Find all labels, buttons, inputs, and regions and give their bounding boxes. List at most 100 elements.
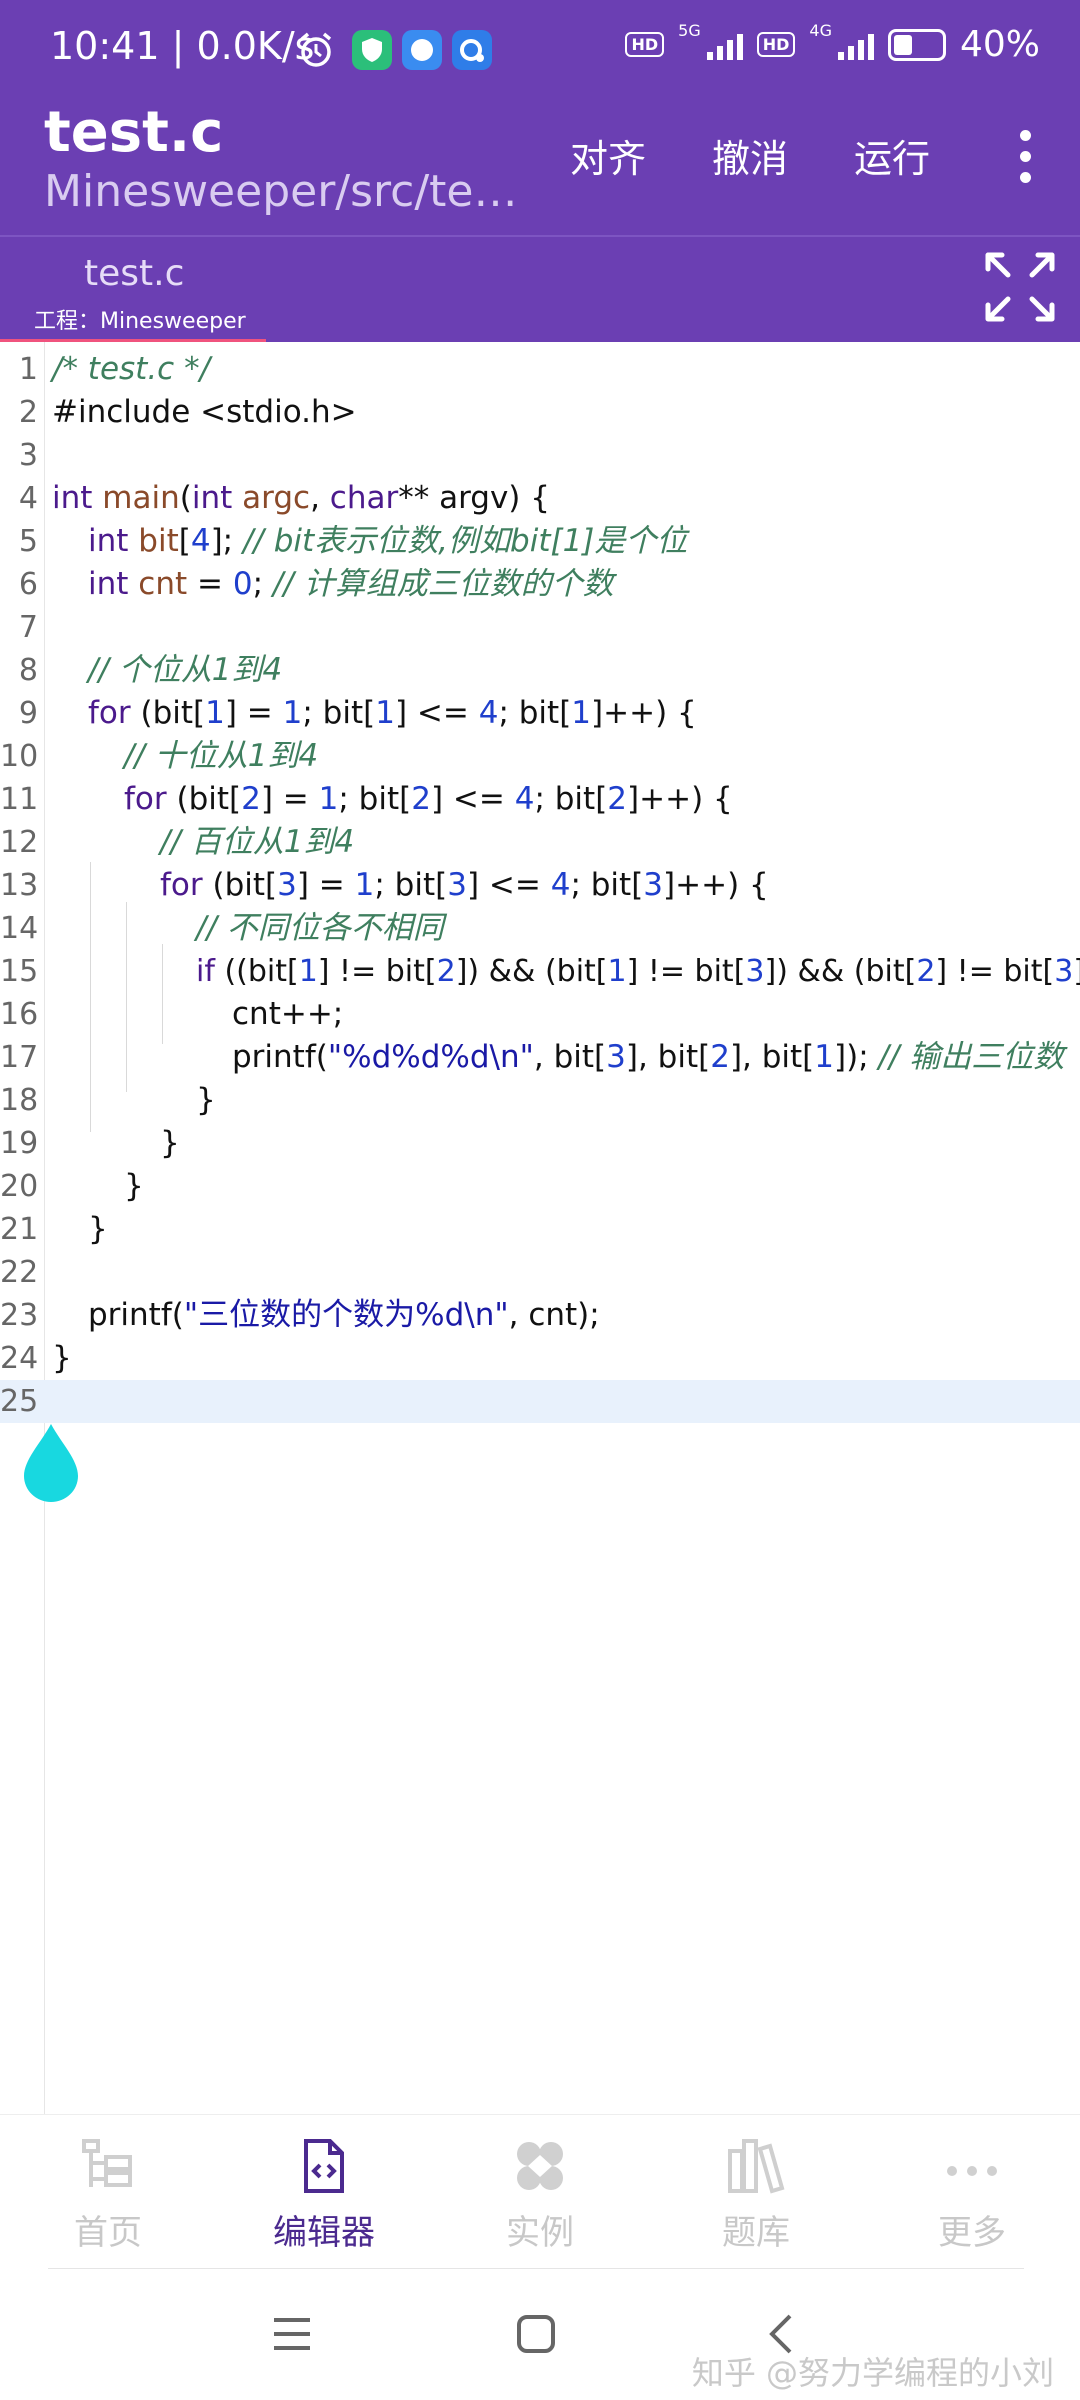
tab-test-c[interactable]: test.c 工程：Minesweeper xyxy=(0,237,266,344)
code-line[interactable]: 24 } xyxy=(0,1337,1080,1380)
nav-label: 编辑器 xyxy=(273,2213,375,2253)
line-number: 12 xyxy=(0,825,39,860)
code-line[interactable]: 12 // 百位从1到4 xyxy=(0,821,1080,864)
code-line[interactable]: 6 int cnt = 0; // 计算组成三位数的个数 xyxy=(0,563,1080,606)
page-title: test.c xyxy=(44,100,224,165)
line-code: /* test.c */ xyxy=(52,351,211,387)
line-number: 16 xyxy=(0,997,39,1032)
line-code: // 不同位各不相同 xyxy=(196,910,444,946)
alarm-icon xyxy=(296,30,336,74)
line-number: 23 xyxy=(0,1298,39,1333)
code-line[interactable]: 18 } xyxy=(0,1079,1080,1122)
code-line[interactable]: 9 for (bit[1] = 1; bit[1] <= 4; bit[1]++… xyxy=(0,692,1080,735)
code-line[interactable]: 23 printf("三位数的个数为%d\n", cnt); xyxy=(0,1294,1080,1337)
signal-icon-2 xyxy=(837,30,874,60)
system-navigation-bar: 知乎 @努力学编程的小刘 xyxy=(0,2270,1080,2400)
code-line[interactable]: 16 cnt++; xyxy=(0,993,1080,1036)
line-number: 20 xyxy=(0,1169,39,1204)
line-number: 21 xyxy=(0,1212,39,1247)
line-number: 17 xyxy=(0,1040,39,1075)
more-menu-icon[interactable] xyxy=(1020,130,1036,183)
line-code: // 十位从1到4 xyxy=(124,738,319,774)
signal-icon-1 xyxy=(706,30,743,60)
nav-divider xyxy=(48,2268,1024,2269)
code-line[interactable]: 3 xyxy=(0,434,1080,477)
line-number: 19 xyxy=(0,1126,39,1161)
line-number: 18 xyxy=(0,1083,39,1118)
line-code: if ((bit[1] != bit[2]) && (bit[1] != bit… xyxy=(196,954,1080,989)
line-number: 3 xyxy=(18,438,38,473)
nav-examples[interactable]: 实例 xyxy=(432,2115,648,2271)
line-number: 15 xyxy=(0,954,39,989)
cursor-handle-icon[interactable] xyxy=(22,1422,80,1502)
code-line[interactable]: 17 printf("%d%d%d\n", bit[3], bit[2], bi… xyxy=(0,1036,1080,1079)
code-line[interactable]: 21 } xyxy=(0,1208,1080,1251)
nav-question-bank[interactable]: 题库 xyxy=(648,2115,864,2271)
line-number: 14 xyxy=(0,911,39,946)
line-code: cnt++; xyxy=(232,996,344,1032)
status-bar: 10:41 | 0.0K/s HD 5G HD 4G 40% xyxy=(0,0,1080,100)
code-line[interactable]: 20 } xyxy=(0,1165,1080,1208)
network-type-2: 4G xyxy=(809,21,832,40)
line-code: } xyxy=(124,1168,144,1204)
line-number: 10 xyxy=(0,739,39,774)
line-code: for (bit[3] = 1; bit[3] <= 4; bit[3]++) … xyxy=(160,867,769,903)
line-code: // 个位从1到4 xyxy=(88,652,283,688)
menu-icon[interactable] xyxy=(272,2316,312,2356)
nav-home[interactable]: 首页 xyxy=(0,2115,216,2271)
run-button[interactable]: 运行 xyxy=(854,128,930,183)
tab-project-name: 工程：Minesweeper xyxy=(34,309,246,334)
more-dots-icon xyxy=(942,2137,1002,2195)
line-number: 22 xyxy=(0,1255,39,1290)
code-line[interactable]: 7 xyxy=(0,606,1080,649)
code-line[interactable]: 5 int bit[4]; // bit表示位数,例如bit[1]是个位 xyxy=(0,520,1080,563)
line-number: 6 xyxy=(18,567,38,602)
line-code: } xyxy=(160,1125,180,1161)
file-tab-bar: test.c 工程：Minesweeper xyxy=(0,235,1080,344)
line-code: printf("%d%d%d\n", bit[3], bit[2], bit[1… xyxy=(232,1039,1065,1075)
examples-grid-icon xyxy=(510,2137,570,2195)
line-code: } xyxy=(88,1211,108,1247)
code-line[interactable]: 14 // 不同位各不相同 xyxy=(0,907,1080,950)
line-code: int main(int argc, char** argv) { xyxy=(52,480,550,516)
code-editor[interactable]: 1 /* test.c */ 2 #include <stdio.h> 3 4 … xyxy=(0,342,1080,2114)
code-line[interactable]: 15 if ((bit[1] != bit[2]) && (bit[1] != … xyxy=(0,950,1080,993)
hd-badge-1: HD xyxy=(625,32,665,57)
code-line[interactable]: 22 xyxy=(0,1251,1080,1294)
code-line[interactable]: 8 // 个位从1到4 xyxy=(0,649,1080,692)
line-code: printf("三位数的个数为%d\n", cnt); xyxy=(88,1297,600,1333)
code-line[interactable]: 2 #include <stdio.h> xyxy=(0,391,1080,434)
code-line[interactable]: 13 for (bit[3] = 1; bit[3] <= 4; bit[3]+… xyxy=(0,864,1080,907)
undo-button[interactable]: 撤消 xyxy=(712,128,788,183)
line-number: 4 xyxy=(18,481,38,516)
status-time: 10:41 | 0.0K/s xyxy=(50,24,315,68)
fullscreen-icon[interactable] xyxy=(982,249,1058,325)
code-line[interactable]: 4 int main(int argc, char** argv) { xyxy=(0,477,1080,520)
battery-icon xyxy=(887,28,946,61)
code-file-icon xyxy=(294,2137,354,2195)
app-bar: test.c Minesweeper/src/te… 对齐 撤消 运行 xyxy=(0,100,1080,235)
browser-app-icon xyxy=(452,30,492,70)
line-code: #include <stdio.h> xyxy=(52,394,357,430)
books-icon xyxy=(726,2137,786,2195)
file-path: Minesweeper/src/te… xyxy=(44,166,518,217)
nav-editor[interactable]: 编辑器 xyxy=(216,2115,432,2271)
line-number: 2 xyxy=(18,395,38,430)
current-line[interactable]: 25 xyxy=(0,1380,1080,1423)
code-line[interactable]: 1 /* test.c */ xyxy=(0,348,1080,391)
line-code: int bit[4]; // bit表示位数,例如bit[1]是个位 xyxy=(88,523,688,559)
line-code: // 百位从1到4 xyxy=(160,824,355,860)
code-line[interactable]: 10 // 十位从1到4 xyxy=(0,735,1080,778)
home-square-icon[interactable] xyxy=(516,2314,556,2358)
code-line[interactable]: 11 for (bit[2] = 1; bit[2] <= 4; bit[2]+… xyxy=(0,778,1080,821)
shield-app-icon xyxy=(352,30,392,70)
line-number: 1 xyxy=(18,352,38,387)
hd-badge-2: HD xyxy=(756,32,796,57)
tab-file-name: test.c xyxy=(84,253,185,294)
line-code: } xyxy=(52,1340,72,1376)
line-number: 13 xyxy=(0,868,39,903)
nav-label: 实例 xyxy=(506,2213,574,2253)
nav-more[interactable]: 更多 xyxy=(864,2115,1080,2271)
align-button[interactable]: 对齐 xyxy=(570,128,646,183)
code-line[interactable]: 19 } xyxy=(0,1122,1080,1165)
